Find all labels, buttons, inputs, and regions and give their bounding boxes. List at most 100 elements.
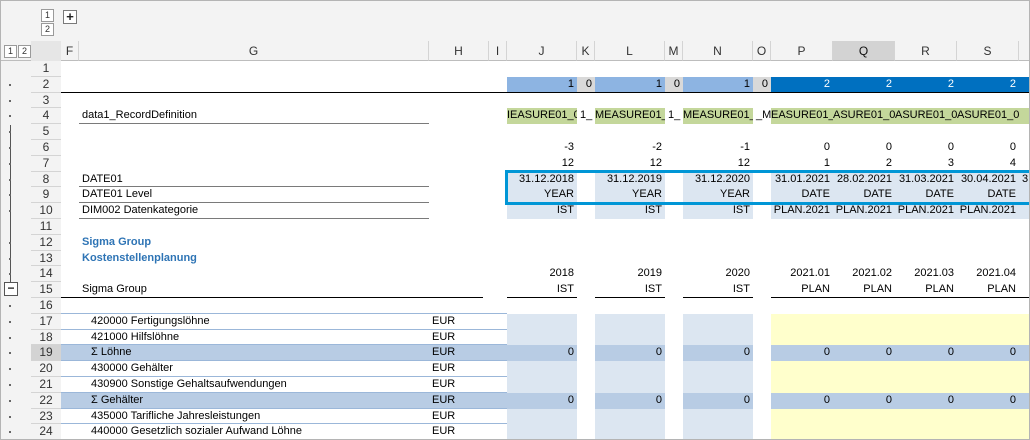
level-cell-l[interactable]: YEAR <box>595 187 665 204</box>
sum-value-s[interactable]: 0 <box>957 392 1019 409</box>
row-header-1[interactable]: 1 <box>31 61 61 77</box>
category-header-n[interactable]: IST <box>683 282 753 298</box>
currency-label[interactable]: EUR <box>429 345 489 361</box>
date01-level-label[interactable]: DATE01 Level <box>79 187 429 203</box>
category-cell-s[interactable]: PLAN.2021 <box>957 203 1019 219</box>
key-cell-n[interactable]: 1 <box>683 76 753 93</box>
sum-value-partial[interactable] <box>1019 345 1029 362</box>
entity-header[interactable]: Sigma Group <box>79 282 429 298</box>
category-header-j[interactable]: IST <box>507 282 577 298</box>
account-label[interactable]: 421000 Hilfslöhne <box>79 330 429 346</box>
measure-cell-n[interactable]: MEASURE01_0 <box>683 108 753 125</box>
row-header-8[interactable]: 8 <box>31 171 61 188</box>
row-header-22[interactable]: 22 <box>31 392 61 409</box>
account-label[interactable]: 435000 Tarifliche Jahresleistungen <box>79 409 429 425</box>
row-header-14[interactable]: 14 <box>31 266 61 283</box>
row-header-9[interactable]: 9 <box>31 187 61 204</box>
date-cell-q[interactable]: 28.02.2021 <box>833 171 895 188</box>
category-cell-partial[interactable] <box>1019 203 1029 219</box>
sum-value-j[interactable]: 0 <box>507 392 577 409</box>
sum-value-r[interactable]: 0 <box>895 345 957 362</box>
cell-grid[interactable]: 1 1 1 0 0 0 2 2 2 2 data1_RecordDefinition IEASURE0… <box>61 61 1029 439</box>
level-cell-r[interactable]: DATE <box>895 187 957 204</box>
expand-columns-button[interactable]: + <box>63 10 77 24</box>
account-label[interactable]: 420000 Fertigungslöhne <box>79 314 429 330</box>
sum-value-l[interactable]: 0 <box>595 392 665 409</box>
category-cell-j[interactable]: IST <box>507 203 577 219</box>
column-header-s[interactable]: S <box>957 41 1019 61</box>
account-label[interactable]: 430000 Gehälter <box>79 361 429 377</box>
date-cell-n[interactable]: 31.12.2020 <box>683 171 753 188</box>
offset-cell-l[interactable]: -2 <box>595 140 665 156</box>
sum-value-j[interactable]: 0 <box>507 345 577 362</box>
row-header-17[interactable]: 17 <box>31 313 61 330</box>
period-cell-j[interactable]: 12 <box>507 156 577 172</box>
category-cell-l[interactable]: IST <box>595 203 665 219</box>
date-cell-r[interactable]: 31.03.2021 <box>895 171 957 188</box>
period-header-s[interactable]: 2021.04 <box>957 266 1019 282</box>
sum-value-p[interactable]: 0 <box>771 392 833 409</box>
measure-cell-s[interactable]: ASURE01_0 <box>957 108 1019 125</box>
level-cell-s[interactable]: DATE <box>957 187 1019 204</box>
column-header-p[interactable]: P <box>771 41 833 61</box>
period-header-j[interactable]: 2018 <box>507 266 577 282</box>
category-cell-p[interactable]: PLAN.2021 <box>771 203 833 219</box>
currency-label[interactable]: EUR <box>429 361 489 377</box>
period-header-n[interactable]: 2020 <box>683 266 753 282</box>
sum-value-q[interactable]: 0 <box>833 392 895 409</box>
date-cell-partial[interactable]: 3 <box>1019 171 1029 188</box>
column-header-g[interactable]: G <box>79 41 429 61</box>
row-header-12[interactable]: 12 <box>31 234 61 251</box>
row-header-2[interactable]: 2 <box>31 76 61 93</box>
row-header-18[interactable]: 18 <box>31 329 61 346</box>
sum-value-r[interactable]: 0 <box>895 392 957 409</box>
period-cell-n[interactable]: 12 <box>683 156 753 172</box>
level-cell-p[interactable]: DATE <box>771 187 833 204</box>
measure-gap-k[interactable]: 1_ <box>577 108 595 124</box>
category-cell-n[interactable]: IST <box>683 203 753 219</box>
key-cell-p[interactable]: 2 <box>771 76 833 93</box>
key-cell-q[interactable]: 2 <box>833 76 895 93</box>
category-cell-q[interactable]: PLAN.2021 <box>833 203 895 219</box>
measure-cell-j[interactable]: IEASURE01_0 <box>507 108 577 125</box>
category-header-r[interactable]: PLAN <box>895 282 957 298</box>
category-header-s[interactable]: PLAN <box>957 282 1019 298</box>
currency-label[interactable]: EUR <box>429 409 489 425</box>
currency-label[interactable]: EUR <box>429 393 489 409</box>
row-header-4[interactable]: 4 <box>31 108 61 125</box>
period-header-p[interactable]: 2021.01 <box>771 266 833 282</box>
column-header-k[interactable]: K <box>577 41 595 61</box>
dim002-label[interactable]: DIM002 Datenkategorie <box>79 203 429 219</box>
date-cell-l[interactable]: 31.12.2019 <box>595 171 665 188</box>
currency-label[interactable]: EUR <box>429 424 489 439</box>
period-cell-r[interactable]: 3 <box>895 156 957 172</box>
row-header-13[interactable]: 13 <box>31 250 61 267</box>
period-header-l[interactable]: 2019 <box>595 266 665 282</box>
period-cell-l[interactable]: 12 <box>595 156 665 172</box>
column-header-h[interactable]: H <box>429 41 489 61</box>
category-cell-r[interactable]: PLAN.2021 <box>895 203 957 219</box>
account-label[interactable]: 430900 Sonstige Gehaltsaufwendungen <box>79 377 429 393</box>
column-outline-level-2-button[interactable]: 2 <box>41 23 54 36</box>
row-header-6[interactable]: 6 <box>31 140 61 156</box>
column-header-j[interactable]: J <box>507 41 577 61</box>
row-header-19[interactable]: 19 <box>31 345 61 362</box>
row-header-10[interactable]: 10 <box>31 203 61 219</box>
column-outline-level-1-button[interactable]: 1 <box>41 9 54 22</box>
measure-cell-partial[interactable] <box>1019 108 1029 125</box>
column-header-l[interactable]: L <box>595 41 665 61</box>
row-header-11[interactable]: 11 <box>31 219 61 235</box>
category-header-l[interactable]: IST <box>595 282 665 298</box>
column-header-r[interactable]: R <box>895 41 957 61</box>
level-cell-q[interactable]: DATE <box>833 187 895 204</box>
column-header-partial[interactable] <box>1019 41 1029 61</box>
offset-cell-q[interactable]: 0 <box>833 140 895 156</box>
report-subtitle[interactable]: Kostenstellenplanung <box>79 251 429 267</box>
column-header-q[interactable]: Q <box>833 41 895 61</box>
period-header-q[interactable]: 2021.02 <box>833 266 895 282</box>
column-header-f[interactable]: F <box>61 41 79 61</box>
key-cell-s[interactable]: 2 <box>957 76 1019 93</box>
offset-cell-j[interactable]: -3 <box>507 140 577 156</box>
measure-gap-o[interactable]: _ME <box>753 108 771 124</box>
offset-cell-s[interactable]: 0 <box>957 140 1019 156</box>
